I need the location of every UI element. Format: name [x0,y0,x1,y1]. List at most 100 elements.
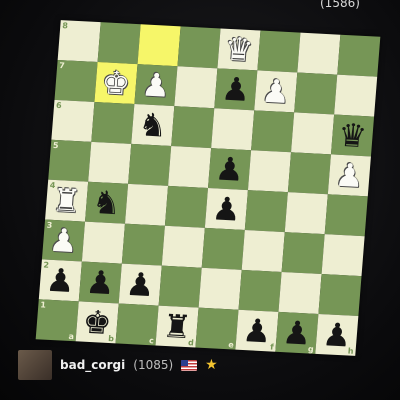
square-e2[interactable] [198,267,242,310]
file-label: f [269,342,275,352]
square-g2[interactable] [278,271,322,314]
square-a6[interactable]: 6 [51,99,95,142]
file-label: e [227,340,235,350]
file-label: d [187,338,195,348]
square-f8[interactable] [257,30,301,73]
square-f1[interactable]: f ♟ [235,309,279,352]
square-c1[interactable]: c [115,303,159,346]
square-d4[interactable] [164,185,208,228]
file-label: g [307,344,314,354]
square-a1[interactable]: 1a [35,299,79,342]
white-rook-icon[interactable]: ♜ [51,181,83,220]
black-knight-icon[interactable]: ♞ [91,183,123,222]
square-b6[interactable] [91,101,135,144]
square-b1[interactable]: b ♚ [75,301,119,344]
black-pawn-icon[interactable]: ♟ [84,263,116,302]
white-king-icon[interactable]: ♚ [100,63,132,102]
file-label: c [148,336,155,346]
square-d6[interactable] [171,106,215,149]
white-queen-icon[interactable]: ♛ [223,30,255,69]
square-d5[interactable] [168,146,212,188]
square-d1[interactable]: d ♜ [155,305,199,348]
square-f6[interactable] [251,110,295,153]
square-b5[interactable] [88,141,132,184]
square-c2[interactable]: ♟ [118,263,162,306]
white-pawn-icon[interactable]: ♟ [48,221,80,260]
square-f7[interactable]: ♟ [254,70,298,113]
square-a3[interactable]: 3 ♟ [41,219,86,262]
square-h6[interactable]: ♛ [330,114,375,157]
square-g5[interactable] [287,152,331,195]
white-pawn-icon[interactable]: ♟ [334,156,366,195]
square-b3[interactable] [81,221,125,264]
square-h8[interactable] [337,34,381,77]
square-g7[interactable] [294,72,338,115]
square-g8[interactable] [297,32,341,75]
square-e3[interactable] [201,227,245,270]
black-pawn-icon[interactable]: ♟ [214,149,246,188]
black-pawn-icon[interactable]: ♟ [211,189,243,228]
avatar[interactable] [18,350,52,380]
square-c4[interactable] [124,183,169,226]
square-b4[interactable]: ♞ [85,181,129,224]
black-pawn-icon[interactable]: ♟ [220,70,252,109]
opponent-rating: (1586) [320,0,360,10]
square-h3[interactable] [321,234,365,277]
square-g3[interactable] [281,232,325,275]
square-b8[interactable] [97,22,141,65]
rank-label: 2 [43,260,50,270]
player-info-bar: bad_corgi (1085) ★ [18,350,218,380]
star-icon: ★ [205,357,218,373]
square-e6[interactable] [211,108,255,151]
square-d8[interactable] [177,26,221,69]
square-g1[interactable]: g ♟ [275,311,319,354]
chess-board[interactable]: 8 ♛ 7 ♚ ♟ ♟ ♟ 6 ♞ ♛ 5 ♟ ♟ 4 ♜ ♞ ♟ 3 ♟ 2 ♟ ♟ ♟ 1 a b ♚ c d ♜ e f ♟ g ♟ h ♟ [35,20,381,356]
square-h1[interactable]: h ♟ [315,313,359,356]
square-a2[interactable]: 2 ♟ [38,259,82,302]
square-g6[interactable] [291,112,335,155]
square-b2[interactable]: ♟ [78,261,122,304]
square-d2[interactable] [158,265,202,308]
black-queen-icon[interactable]: ♛ [337,116,369,155]
square-g4[interactable] [284,192,328,235]
square-e7[interactable]: ♟ [214,68,258,111]
square-c7[interactable]: ♟ [134,64,178,107]
rank-label: 7 [58,61,66,71]
square-e1[interactable]: e [195,307,239,350]
square-c6[interactable]: ♞ [131,104,175,147]
square-h4[interactable] [324,194,368,237]
black-knight-icon[interactable]: ♞ [137,105,169,144]
file-label: h [347,346,354,356]
player-name[interactable]: bad_corgi [60,358,125,372]
black-pawn-icon[interactable]: ♟ [45,261,77,300]
square-a7[interactable]: 7 [54,59,98,102]
square-f4[interactable] [244,190,288,233]
file-label: a [68,331,75,342]
square-f3[interactable] [241,229,285,272]
chess-board-container: 8 ♛ 7 ♚ ♟ ♟ ♟ 6 ♞ ♛ 5 ♟ ♟ 4 ♜ ♞ ♟ 3 ♟ 2 ♟ ♟ ♟ 1 a b ♚ c d ♜ e f ♟ g ♟ h ♟ [35,20,381,356]
black-pawn-icon[interactable]: ♟ [124,265,156,304]
file-label: b [107,333,115,344]
black-pawn-icon[interactable]: ♟ [241,311,273,350]
player-rating: (1085) [133,358,174,372]
square-h5[interactable]: ♟ [327,154,371,197]
square-f2[interactable] [238,269,282,312]
square-h2[interactable] [318,274,362,317]
square-e5[interactable]: ♟ [208,148,252,191]
square-d3[interactable] [161,225,205,268]
square-h7[interactable] [334,74,378,117]
square-c8[interactable] [137,24,181,67]
square-c5[interactable] [128,143,172,186]
square-b7[interactable]: ♚ [94,62,138,105]
square-e8[interactable]: ♛ [217,28,261,71]
square-a5[interactable]: 5 [48,139,92,182]
white-pawn-icon[interactable]: ♟ [140,65,172,104]
rank-label: 4 [49,180,56,190]
square-e4[interactable]: ♟ [204,188,248,230]
square-c3[interactable] [121,223,165,266]
square-d7[interactable] [174,66,218,109]
square-a8[interactable]: 8 [57,20,101,63]
white-pawn-icon[interactable]: ♟ [260,72,292,111]
square-a4[interactable]: 4 ♜ [45,179,89,222]
square-f5[interactable] [247,150,292,193]
